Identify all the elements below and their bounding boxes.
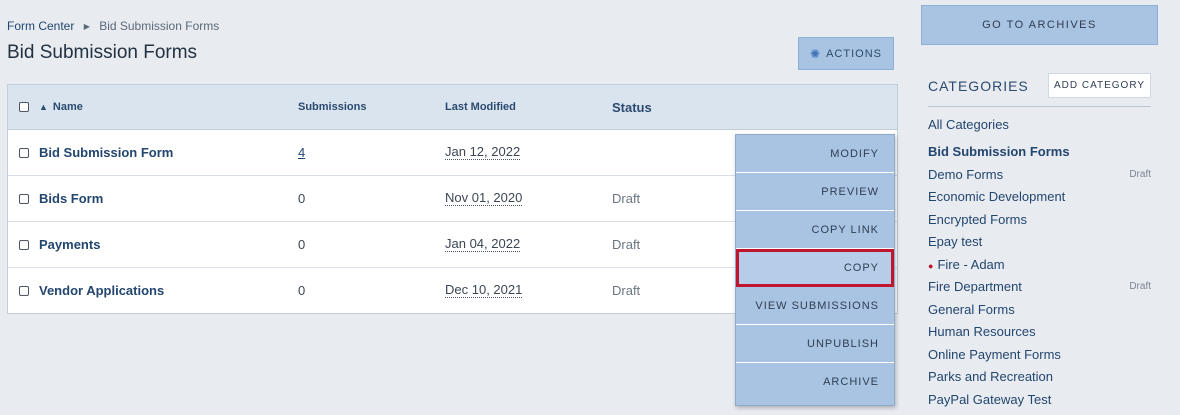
gear-icon: ✺ [810, 46, 822, 61]
bullet-dot-icon: ● [928, 260, 934, 271]
row-checkbox[interactable] [19, 193, 29, 204]
draft-badge: Draft [1129, 168, 1151, 180]
category-item-encrypted-forms[interactable]: Encrypted Forms [928, 208, 1151, 231]
draft-badge: Draft [1129, 281, 1151, 293]
row-checkbox[interactable] [19, 239, 29, 250]
menu-item-modify[interactable]: MODIFY [736, 135, 894, 173]
category-item-human-resources[interactable]: Human Resources [928, 321, 1151, 344]
category-item-paypal-gateway-test[interactable]: PayPal Gateway Test [928, 388, 1151, 411]
actions-label: ACTIONS [826, 47, 882, 60]
menu-item-unpublish[interactable]: UNPUBLISH [736, 325, 894, 363]
category-item-economic-development[interactable]: Economic Development [928, 186, 1151, 209]
breadcrumb-current: Bid Submission Forms [99, 19, 220, 33]
status-text: Draft [612, 191, 641, 206]
submissions-count: 0 [298, 191, 306, 206]
sort-ascending-icon: ▲ [39, 102, 48, 112]
add-category-button[interactable]: ADD CATEGORY [1048, 73, 1151, 98]
actions-button[interactable]: ✺ ACTIONS [798, 37, 894, 70]
breadcrumb: Form Center ▶ Bid Submission Forms [7, 19, 219, 33]
menu-item-archive[interactable]: ARCHIVE [736, 363, 894, 401]
category-item-demo-forms[interactable]: Demo Forms Draft [928, 163, 1151, 186]
form-name-link[interactable]: Vendor Applications [39, 283, 164, 298]
categories-title: CATEGORIES [928, 78, 1029, 94]
menu-item-view-submissions[interactable]: VIEW SUBMISSIONS [736, 287, 894, 325]
submissions-count-link[interactable]: 4 [298, 145, 305, 160]
submissions-count: 0 [298, 237, 306, 252]
row-checkbox[interactable] [19, 285, 29, 296]
menu-item-copy[interactable]: COPY [736, 249, 894, 287]
modified-column-header[interactable]: Last Modified [445, 85, 516, 129]
menu-item-copy-link[interactable]: COPY LINK [736, 211, 894, 249]
breadcrumb-form-center-link[interactable]: Form Center [7, 19, 74, 33]
status-column-header: Status [612, 99, 652, 115]
breadcrumb-separator-icon: ▶ [83, 22, 90, 31]
row-checkbox[interactable] [19, 147, 29, 158]
category-item-online-payment-forms[interactable]: Online Payment Forms [928, 343, 1151, 366]
category-item-epay-test[interactable]: Epay test [928, 231, 1151, 254]
last-modified-date: Jan 04, 2022 [445, 236, 521, 252]
submissions-column-header[interactable]: Submissions [298, 85, 366, 129]
status-text: Draft [612, 283, 641, 298]
category-item-parks-and-recreation[interactable]: Parks and Recreation [928, 366, 1151, 389]
page-title: Bid Submission Forms [7, 42, 198, 63]
category-list: All Categories Bid Submission Forms Demo… [928, 113, 1151, 411]
status-text: Draft [612, 237, 641, 252]
last-modified-date: Dec 10, 2021 [445, 282, 523, 298]
category-item-general-forms[interactable]: General Forms [928, 298, 1151, 321]
submissions-count: 0 [298, 283, 306, 298]
category-item-fire-department[interactable]: Fire Department Draft [928, 276, 1151, 299]
category-item-bid-submission-forms[interactable]: Bid Submission Forms [928, 141, 1151, 164]
form-name-link[interactable]: Bids Form [39, 191, 103, 206]
category-item-all[interactable]: All Categories [928, 113, 1151, 136]
go-to-archives-button[interactable]: GO TO ARCHIVES [921, 5, 1158, 45]
name-column-header[interactable]: ▲ Name [39, 85, 83, 129]
form-name-link[interactable]: Bid Submission Form [39, 145, 173, 160]
last-modified-date: Jan 12, 2022 [445, 144, 521, 160]
menu-item-preview[interactable]: PREVIEW [736, 173, 894, 211]
form-name-link[interactable]: Payments [39, 237, 100, 252]
last-modified-date: Nov 01, 2020 [445, 190, 523, 206]
category-item-fire-adam[interactable]: ● Fire - Adam [928, 253, 1151, 276]
select-all-checkbox[interactable] [19, 102, 29, 112]
categories-header: CATEGORIES ADD CATEGORY [928, 73, 1151, 107]
sidebar: GO TO ARCHIVES CATEGORIES ADD CATEGORY A… [921, 0, 1158, 415]
table-header: ▲ Name Submissions Last Modified Status [8, 85, 897, 130]
actions-dropdown-menu: MODIFY PREVIEW COPY LINK COPY VIEW SUBMI… [735, 134, 895, 406]
